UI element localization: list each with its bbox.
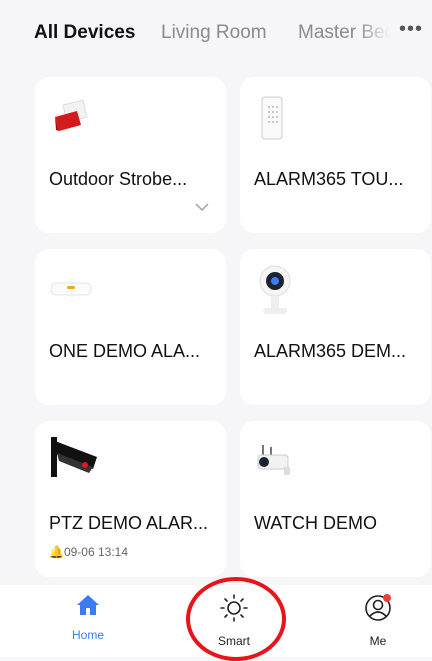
device-card[interactable]: ALARM365 DEM... (240, 249, 431, 405)
sun-icon (220, 594, 248, 622)
device-card[interactable]: ONE DEMO ALA... (35, 249, 226, 405)
home-icon (77, 595, 99, 615)
bottom-nav: Home Smart Me (0, 585, 432, 657)
profile-icon (365, 594, 391, 621)
alarm-hub-icon (49, 277, 93, 306)
device-name: WATCH DEMO (254, 513, 377, 533)
device-card[interactable]: Outdoor Strobe... (35, 77, 226, 233)
outdoor-camera-icon (254, 443, 296, 484)
device-card[interactable]: WATCH DEMO (240, 421, 431, 577)
event-time-text: 09-06 13:14 (63, 545, 129, 559)
device-name: ALARM365 TOU... (254, 169, 404, 189)
notification-badge (383, 594, 391, 602)
nav-home[interactable]: Home (48, 593, 128, 642)
device-name: Outdoor Strobe... (49, 169, 188, 189)
nav-me[interactable]: Me (338, 593, 418, 648)
nav-home-label: Home (71, 628, 104, 642)
device-name: PTZ DEMO ALAR... (49, 513, 209, 533)
device-name: ALARM365 DEM... (254, 341, 407, 361)
nav-me-label: Me (369, 634, 387, 648)
indoor-camera-icon (258, 263, 292, 324)
device-card[interactable]: PTZ DEMO ALAR... 🔔09-06 13:14 (35, 421, 226, 577)
device-name: ONE DEMO ALA... (49, 341, 201, 361)
strobe-siren-icon (49, 95, 93, 144)
bell-icon: 🔔 (49, 545, 64, 559)
keypad-icon (260, 95, 286, 148)
tab-living-room[interactable]: Living Room (161, 22, 267, 44)
last-event-time: 🔔09-06 13:14 (49, 545, 128, 559)
tab-all-devices[interactable]: All Devices (34, 22, 135, 44)
ptz-camera-icon (49, 435, 101, 486)
more-dots-icon[interactable]: ••• (399, 18, 423, 41)
tab-master-bed[interactable]: Master Bed (298, 22, 390, 44)
nav-smart-label: Smart (217, 634, 250, 648)
nav-smart[interactable]: Smart (194, 593, 274, 648)
chevron-down-icon[interactable] (195, 199, 209, 217)
device-card[interactable]: ALARM365 TOU... (240, 77, 431, 233)
room-tabs: All Devices Living Room Master Bed ••• (0, 0, 432, 66)
